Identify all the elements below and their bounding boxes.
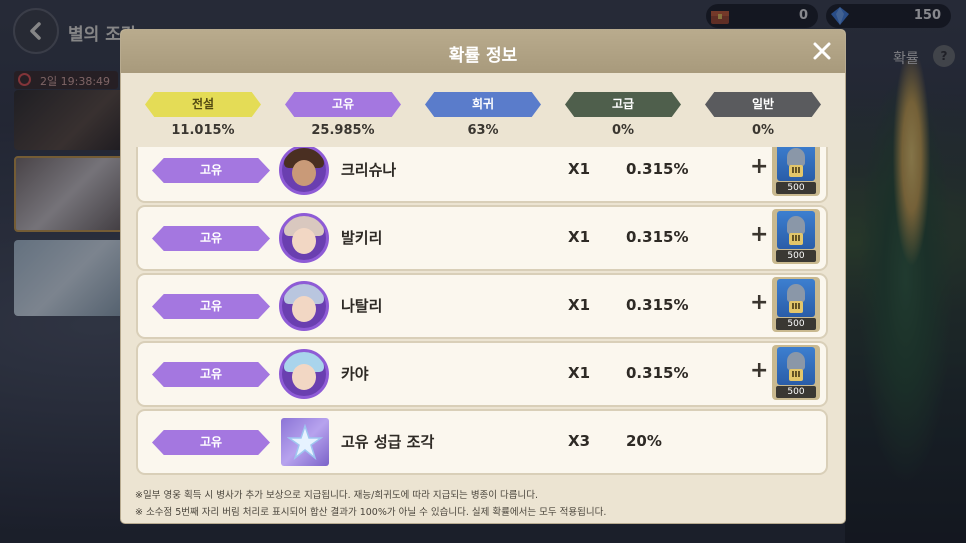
modal-title: 확률 정보 xyxy=(448,46,518,66)
rarity-percent: 63% xyxy=(467,123,499,138)
item-name: 크리슈나 xyxy=(341,161,397,179)
item-name: 고유 성급 조각 xyxy=(341,433,435,451)
hero-face xyxy=(292,364,316,390)
rarity-pill: 고급 xyxy=(565,92,681,117)
rarity-percent: 0% xyxy=(611,123,635,138)
bonus-amount: 500 xyxy=(776,250,816,262)
item-probability: 0.315% xyxy=(626,228,689,246)
probability-modal: 확률 정보 전설 11.015% 고유 25.985% 희귀 63% 고급 0%… xyxy=(121,30,845,523)
footnotes: ※일부 영웅 획득 시 병사가 추가 보상으로 지급됩니다. 재능/희귀도에 따… xyxy=(135,487,606,521)
reward-list[interactable]: 고유 크리슈나 X1 0.315% + III 500 고유 발키리 X1 0.… xyxy=(136,147,830,478)
rarity-pill: 고유 xyxy=(152,430,270,455)
item-name: 카야 xyxy=(341,365,369,383)
grade-badge: III xyxy=(789,233,803,245)
list-item: 고유 나탈리 X1 0.315% + III 500 xyxy=(138,275,826,337)
list-item: 고유 크리슈나 X1 0.315% + III 500 xyxy=(138,147,826,201)
item-probability: 0.315% xyxy=(626,160,689,178)
rarity-pill: 고유 xyxy=(152,226,270,251)
knight-soldier-icon: III xyxy=(777,147,815,181)
rarity-pill: 고유 xyxy=(152,362,270,387)
rarity-pill: 고유 xyxy=(285,92,401,117)
modal-header: 확률 정보 xyxy=(121,30,845,73)
plus-icon: + xyxy=(750,222,769,247)
item-quantity: X3 xyxy=(568,432,591,450)
hero-portrait-natalie xyxy=(279,281,329,331)
rarity-normal: 일반 0% xyxy=(705,92,821,142)
rarity-pill: 전설 xyxy=(145,92,261,117)
bonus-reward[interactable]: III 500 xyxy=(772,147,820,196)
rarity-pill: 고유 xyxy=(152,158,270,183)
rarity-percent: 25.985% xyxy=(311,123,375,138)
rarity-legendary: 전설 11.015% xyxy=(145,92,261,142)
item-probability: 0.315% xyxy=(626,296,689,314)
list-item: 고유 발키리 X1 0.315% + III 500 xyxy=(138,207,826,269)
hero-face xyxy=(292,296,316,322)
grade-badge: III xyxy=(789,165,803,177)
item-name: 발키리 xyxy=(341,229,383,247)
rarity-percent: 0% xyxy=(751,123,775,138)
rarity-percent: 11.015% xyxy=(171,123,235,138)
knight-soldier-icon: III xyxy=(777,279,815,317)
bonus-reward[interactable]: III 500 xyxy=(772,345,820,400)
rarity-pill: 고유 xyxy=(152,294,270,319)
plus-icon: + xyxy=(750,154,769,179)
rarity-pill: 일반 xyxy=(705,92,821,117)
rarity-advanced: 고급 0% xyxy=(565,92,681,142)
item-quantity: X1 xyxy=(568,228,591,246)
hero-portrait-krishna xyxy=(279,147,329,195)
list-item: 고유 카야 X1 0.315% + III 500 xyxy=(138,343,826,405)
item-probability: 20% xyxy=(626,432,662,450)
hero-portrait-kaya xyxy=(279,349,329,399)
star-shard-icon xyxy=(281,418,329,466)
grade-badge: III xyxy=(789,369,803,381)
hero-face xyxy=(292,160,316,186)
footnote: ※ 소수점 5번째 자리 버림 처리로 표시되어 합산 결과가 100%가 아닐… xyxy=(135,507,607,518)
plus-icon: + xyxy=(750,290,769,315)
plus-icon: + xyxy=(750,358,769,383)
item-quantity: X1 xyxy=(568,364,591,382)
item-quantity: X1 xyxy=(568,160,591,178)
knight-soldier-icon: III xyxy=(777,211,815,249)
rarity-pill: 희귀 xyxy=(425,92,541,117)
bonus-amount: 500 xyxy=(776,182,816,194)
bonus-reward[interactable]: III 500 xyxy=(772,277,820,332)
bonus-reward[interactable]: III 500 xyxy=(772,209,820,264)
item-probability: 0.315% xyxy=(626,364,689,382)
hero-face xyxy=(292,228,316,254)
hero-portrait-valkyrie xyxy=(279,213,329,263)
footnote: ※일부 영웅 획득 시 병사가 추가 보상으로 지급됩니다. 재능/희귀도에 따… xyxy=(135,490,539,501)
item-name: 나탈리 xyxy=(341,297,383,315)
rarity-rare: 희귀 63% xyxy=(425,92,541,142)
list-item: 고유 고유 성급 조각 X3 20% xyxy=(138,411,826,473)
close-button[interactable] xyxy=(809,38,835,64)
bonus-amount: 500 xyxy=(776,386,816,398)
grade-badge: III xyxy=(789,301,803,313)
close-icon xyxy=(813,42,831,60)
rarity-unique: 고유 25.985% xyxy=(285,92,401,142)
knight-soldier-icon: III xyxy=(777,347,815,385)
item-quantity: X1 xyxy=(568,296,591,314)
bonus-amount: 500 xyxy=(776,318,816,330)
